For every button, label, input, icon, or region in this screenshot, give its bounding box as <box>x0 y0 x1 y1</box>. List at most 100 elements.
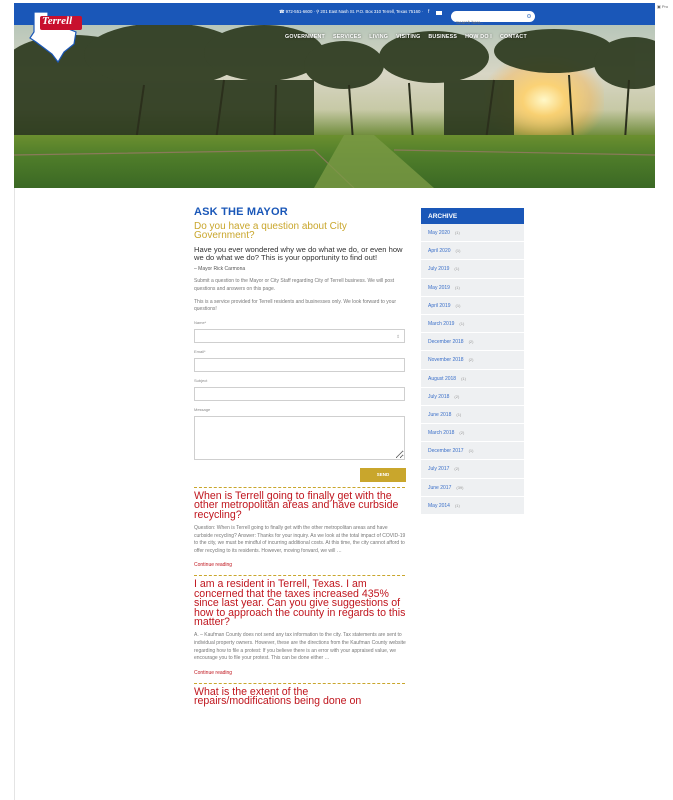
archive-item[interactable]: April 2019 (1) <box>421 296 524 315</box>
archive-item-label: November 2018 <box>428 357 464 364</box>
subject-label: Subject <box>194 377 208 383</box>
nav-contact[interactable]: CONTACT <box>500 34 527 40</box>
message-field[interactable] <box>194 415 405 460</box>
name-field[interactable]: ⇕ <box>194 328 405 345</box>
logo-text[interactable]: Terrell <box>42 15 72 27</box>
archive-item-count: (1) <box>454 230 460 235</box>
post-excerpt: Question: When is Terrell going to final… <box>194 525 406 554</box>
subject-field[interactable] <box>194 386 405 403</box>
main-nav: GOVERNMENT SERVICES LIVING VISITING BUSI… <box>285 34 527 40</box>
name-label: Name* <box>194 319 207 325</box>
archive-item-label: April 2020 <box>428 248 451 255</box>
nav-services[interactable]: SERVICES <box>333 34 361 40</box>
archive-item[interactable]: July 2017 (2) <box>421 460 524 479</box>
service-info: This is a service provided for Terrell r… <box>194 299 397 313</box>
archive-item[interactable]: December 2017 (1) <box>421 442 524 461</box>
archive-item-count: (2) <box>454 393 460 399</box>
archive-item-label: December 2018 <box>428 339 464 346</box>
archive-item-count: (1) <box>455 248 461 254</box>
post-divider <box>194 682 405 684</box>
fence <box>14 135 655 188</box>
archive-item-label: May 2019 <box>428 284 450 291</box>
archive-item[interactable]: June 2018 (1) <box>421 405 524 425</box>
archive-item-label: June 2018 <box>428 411 452 418</box>
nav-business[interactable]: BUSINESS <box>428 34 457 40</box>
send-row: SEND <box>194 467 406 482</box>
continue-reading-link[interactable]: Continue reading <box>194 562 406 568</box>
question-heading: Do you have a question about City Govern… <box>194 221 347 241</box>
archive-item[interactable]: November 2018 (2) <box>421 351 524 370</box>
autofill-icon: ⇕ <box>396 333 400 339</box>
continue-reading-link[interactable]: Continue reading <box>194 670 406 676</box>
archive-item[interactable]: April 2020 (1) <box>421 242 524 261</box>
page-title: ASK THE MAYOR <box>194 206 288 218</box>
archive-item-count: (2) <box>459 430 465 436</box>
archive-item[interactable]: July 2019 (1) <box>421 260 524 279</box>
top-bar: ☎ 972-551-6600 · ⚲ 201 East Nash St. P.O… <box>14 3 655 28</box>
submit-info: Submit a question to the Mayor or City S… <box>194 278 395 292</box>
search-box[interactable] <box>451 11 535 28</box>
archive-item[interactable]: March 2018 (2) <box>421 424 524 443</box>
archive-item-label: December 2017 <box>428 448 464 455</box>
message-label: Message <box>194 406 211 412</box>
hero-banner <box>14 25 655 188</box>
archive-item[interactable]: July 2018 (2) <box>421 387 524 406</box>
subject-input[interactable] <box>195 390 404 403</box>
archive-item-count: (1) <box>461 375 466 381</box>
archive-item-count: (39) <box>456 484 464 490</box>
nav-visiting[interactable]: VISITING <box>396 34 420 40</box>
grass-field <box>14 135 655 188</box>
archive-item[interactable]: June 2017 (39) <box>421 478 524 497</box>
archive-item-label: August 2018 <box>428 375 457 382</box>
post-title[interactable]: When is Terrell going to finally get wit… <box>194 490 406 520</box>
search-icon[interactable] <box>527 14 531 18</box>
archive-item-count: (1) <box>454 502 460 508</box>
email-field[interactable] <box>194 357 405 374</box>
logo-subtitle: AMERICA <box>46 29 68 34</box>
post-title[interactable]: I am a resident in Terrell, Texas. I am … <box>194 579 406 627</box>
message-textarea[interactable] <box>195 416 404 459</box>
archive-item-count: (1) <box>454 266 460 272</box>
archive-item-count: (2) <box>468 339 474 345</box>
post-excerpt: A. – Kaufman County does not send any ta… <box>194 632 406 662</box>
main-content: ASK THE MAYOR Do you have a question abo… <box>194 206 406 707</box>
archive-item[interactable]: August 2018 (1) <box>421 369 524 388</box>
intro-text: Have you ever wondered why we do what we… <box>194 245 403 262</box>
archive-item-label: March 2018 <box>428 430 455 437</box>
archive-item-label: March 2019 <box>428 320 455 327</box>
archive-item-label: June 2017 <box>428 484 452 491</box>
post-divider <box>194 486 405 488</box>
archive-item-label: April 2019 <box>428 302 451 309</box>
page-left-rule <box>14 188 15 800</box>
archive-sidebar: ARCHIVE May 2020 (1) April 2020 (1) July 2… <box>421 208 524 515</box>
email-label: Email* <box>194 348 206 354</box>
contact-info: ☎ 972-551-6600 · ⚲ 201 East Nash St. P.O… <box>279 9 423 14</box>
archive-item-label: July 2018 <box>428 393 450 400</box>
archive-item-count: (1) <box>456 411 462 417</box>
nav-how-do-i[interactable]: HOW DO I <box>465 34 492 40</box>
archive-item[interactable]: May 2020 (1) <box>421 224 524 243</box>
archive-item-count: (1) <box>468 448 474 454</box>
archive-item-label: May 2014 <box>428 502 450 509</box>
post-divider <box>194 575 405 577</box>
archive-item-count: (1) <box>455 302 461 308</box>
archive-heading: ARCHIVE <box>421 208 524 224</box>
email-input[interactable] <box>195 361 404 374</box>
nav-government[interactable]: GOVERNMENT <box>285 34 325 40</box>
archive-item-count: (2) <box>454 466 460 472</box>
archive-item[interactable]: May 2014 (1) <box>421 496 524 515</box>
name-input[interactable] <box>195 332 404 345</box>
mail-icon[interactable] <box>436 11 442 15</box>
archive-item[interactable]: December 2018 (2) <box>421 333 524 352</box>
archive-item[interactable]: May 2019 (1) <box>421 278 524 297</box>
nav-living[interactable]: LIVING <box>369 34 388 40</box>
language-selector[interactable]: ▣ Pro <box>657 4 668 9</box>
mayor-signature: – Mayor Rick Carmona <box>194 266 246 273</box>
archive-item-count: (2) <box>468 357 474 363</box>
post-title[interactable]: What is the extent of the repairs/modifi… <box>194 687 406 707</box>
archive-item-label: July 2017 <box>428 466 450 473</box>
facebook-icon[interactable]: f <box>428 9 429 15</box>
send-button[interactable]: SEND <box>360 467 406 482</box>
archive-item[interactable]: March 2019 (1) <box>421 314 524 334</box>
archive-item-label: May 2020 <box>428 230 450 236</box>
